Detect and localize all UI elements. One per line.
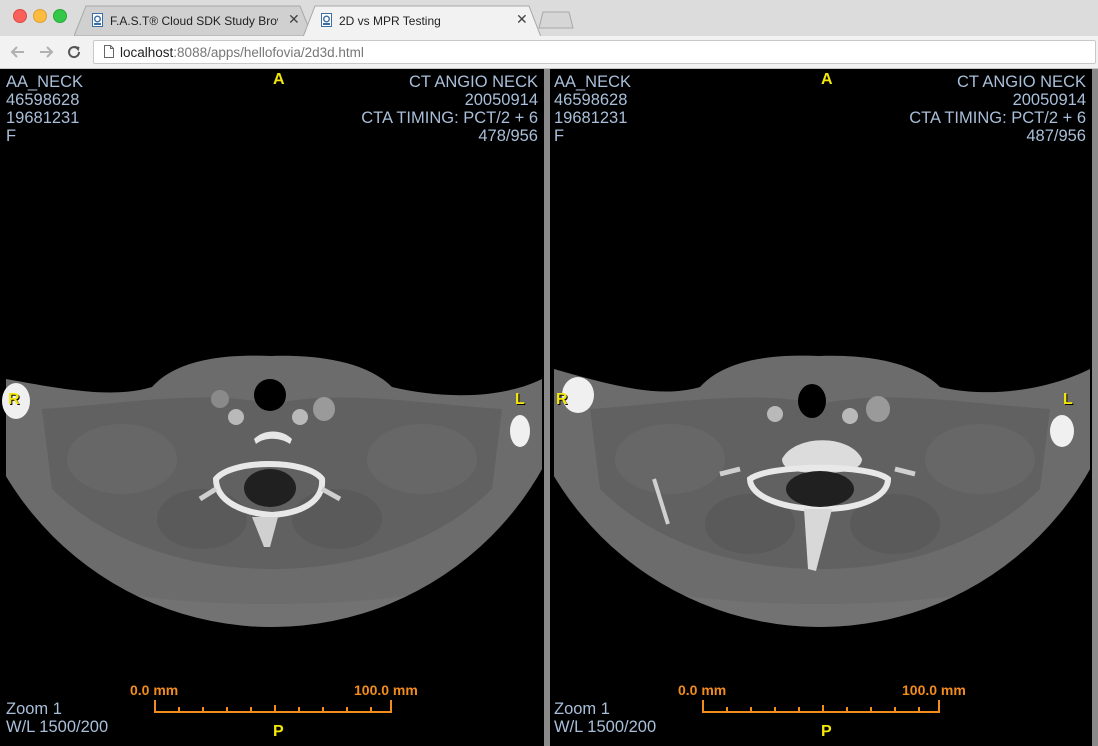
study-date: 20050914 [464,91,538,109]
browser-toolbar: localhost:8088/apps/hellofovia/2d3d.html [0,36,1098,69]
page-icon [104,45,114,58]
viewport-border [1092,69,1098,746]
scale-bar [154,700,392,713]
orientation-marker-bottom: P [273,723,284,740]
ct-axial-slice-image [2,355,542,627]
orientation-marker-right: L [515,391,525,408]
tab-close-icon[interactable]: ✕ [516,12,528,26]
orientation-marker-top: A [273,71,285,88]
ct-axial-slice-image [554,355,1090,627]
tab-close-icon[interactable]: ✕ [288,12,300,26]
url-path: :8088/apps/hellofovia/2d3d.html [173,45,364,60]
series-description: CTA TIMING: PCT/2 + 6 [361,109,538,127]
display-info-overlay: Zoom 1 W/L 1500/200 [554,700,656,736]
study-description: CT ANGIO NECK [409,73,538,91]
patient-sex: F [554,127,565,145]
url-host: localhost [120,45,174,60]
fovia-favicon [321,13,332,27]
tab-2d-vs-mpr[interactable]: 2D vs MPR Testing ✕ [303,5,541,37]
patient-name: AA_NECK [554,73,632,91]
patient-info-overlay: AA_NECK 46598628 19681231 F [6,73,83,145]
window-level: W/L 1500/200 [6,718,109,736]
scale-bar-end-label: 100.0 mm [354,682,418,698]
patient-birth-date: 19681231 [6,109,80,127]
patient-name: AA_NECK [6,73,84,91]
slice-index: 487/956 [1026,127,1086,145]
study-date: 20050914 [1012,91,1086,109]
scale-bar-start-label: 0.0 mm [678,682,727,698]
tab-study-browser[interactable]: F.A.S.T® Cloud SDK Study Brov ✕ [74,5,312,36]
address-bar[interactable]: localhost:8088/apps/hellofovia/2d3d.html [93,40,1096,64]
patient-birth-date: 19681231 [554,109,628,127]
fovia-favicon [92,13,103,27]
window-minimize-button[interactable] [33,9,47,23]
scale-bar-start-label: 0.0 mm [130,682,179,698]
study-info-overlay: CT ANGIO NECK 20050914 CTA TIMING: PCT/2… [361,73,538,145]
window-level: W/L 1500/200 [554,718,657,736]
tab-title: 2D vs MPR Testing [339,14,441,28]
study-info-overlay: CT ANGIO NECK 20050914 CTA TIMING: PCT/2… [909,73,1086,145]
viewport-2d[interactable]: AA_NECK 46598628 19681231 F CT ANGIO NEC… [2,69,544,746]
orientation-marker-right: L [1063,391,1073,408]
back-arrow-icon[interactable] [8,42,28,62]
patient-id: 46598628 [554,91,628,109]
series-description: CTA TIMING: PCT/2 + 6 [909,109,1086,127]
window-maximize-button[interactable] [53,9,67,23]
viewport-mpr[interactable]: AA_NECK 46598628 19681231 F CT ANGIO NEC… [550,69,1092,746]
zoom-level: Zoom 1 [6,700,62,718]
forward-arrow-icon[interactable] [36,42,56,62]
scale-bar [702,700,940,713]
display-info-overlay: Zoom 1 W/L 1500/200 [6,700,108,736]
patient-id: 46598628 [6,91,80,109]
browser-tab-strip: F.A.S.T® Cloud SDK Study Brov ✕ 2D vs MP… [0,0,1098,37]
study-description: CT ANGIO NECK [957,73,1086,91]
slice-index: 478/956 [478,127,538,145]
patient-info-overlay: AA_NECK 46598628 19681231 F [554,73,631,145]
patient-sex: F [6,127,17,145]
new-tab-button[interactable] [538,11,574,29]
tab-title: F.A.S.T® Cloud SDK Study Brov [110,14,278,28]
orientation-marker-left: R [556,391,568,408]
orientation-marker-top: A [821,71,833,88]
window-close-button[interactable] [13,9,27,23]
url-text[interactable]: localhost:8088/apps/hellofovia/2d3d.html [120,45,364,60]
scale-bar-end-label: 100.0 mm [902,682,966,698]
orientation-marker-bottom: P [821,723,832,740]
orientation-marker-left: R [8,391,20,408]
reload-icon[interactable] [64,42,84,62]
zoom-level: Zoom 1 [554,700,610,718]
